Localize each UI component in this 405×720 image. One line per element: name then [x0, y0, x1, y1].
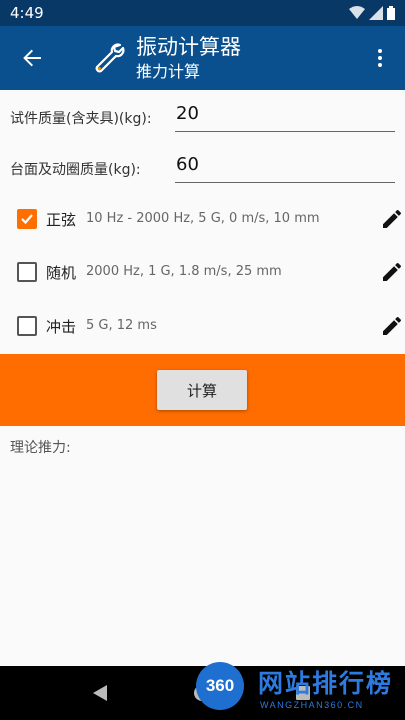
watermark-logo: 360 网站排行榜 WANGZHAN360.CN — [190, 658, 405, 720]
random-checkbox[interactable] — [17, 262, 37, 282]
signal-icon — [369, 6, 383, 20]
app-title: 振动计算器 — [136, 35, 241, 59]
watermark-subtext: WANGZHAN360.CN — [260, 700, 364, 710]
specimen-mass-input[interactable]: 20 — [175, 98, 395, 132]
sine-description: 10 Hz - 2000 Hz, 5 G, 0 m/s, 10 mm — [86, 211, 320, 226]
wifi-icon — [349, 6, 365, 19]
arrow-back-icon — [23, 49, 41, 67]
option-row-random[interactable]: 随机 2000 Hz, 1 G, 1.8 m/s, 25 mm — [0, 252, 405, 292]
random-label: 随机 — [46, 264, 77, 282]
specimen-mass-label: 试件质量(含夹具)(kg): — [10, 111, 152, 127]
app-bar: 振动计算器 推力计算 — [0, 26, 405, 90]
table-mass-input[interactable]: 60 — [175, 149, 395, 183]
option-row-sine[interactable]: 正弦 10 Hz - 2000 Hz, 5 G, 0 m/s, 10 mm — [0, 199, 405, 239]
shock-label: 冲击 — [46, 318, 77, 336]
table-mass-label: 台面及动圈质量(kg): — [10, 162, 141, 178]
nav-back-icon[interactable] — [92, 684, 108, 702]
status-icons — [349, 6, 395, 20]
watermark-badge: 360 — [196, 662, 244, 710]
battery-icon — [387, 6, 395, 20]
more-vert-icon — [378, 49, 382, 53]
check-icon — [21, 214, 33, 225]
random-description: 2000 Hz, 1 G, 1.8 m/s, 25 mm — [86, 264, 282, 279]
watermark-text: 网站排行榜 — [258, 669, 394, 698]
edit-random-icon[interactable] — [380, 260, 404, 284]
option-row-shock[interactable]: 冲击 5 G, 12 ms — [0, 306, 405, 346]
result-label: 理论推力: — [10, 440, 71, 456]
back-button[interactable] — [14, 40, 50, 76]
shock-checkbox[interactable] — [17, 316, 37, 336]
status-bar: 4:49 — [0, 0, 405, 26]
calculate-panel: 计算 — [0, 354, 405, 426]
status-time: 4:49 — [10, 4, 44, 22]
edit-shock-icon[interactable] — [380, 314, 404, 338]
more-vert-icon — [378, 56, 382, 60]
edit-sine-icon[interactable] — [380, 207, 404, 231]
shock-description: 5 G, 12 ms — [86, 318, 157, 333]
sine-label: 正弦 — [46, 211, 77, 229]
app-subtitle: 推力计算 — [136, 62, 201, 81]
more-vert-icon — [378, 63, 382, 67]
calculate-button[interactable]: 计算 — [157, 370, 247, 410]
sine-checkbox[interactable] — [17, 209, 37, 229]
wrench-icon — [90, 40, 126, 76]
overflow-menu-button[interactable] — [365, 42, 395, 74]
